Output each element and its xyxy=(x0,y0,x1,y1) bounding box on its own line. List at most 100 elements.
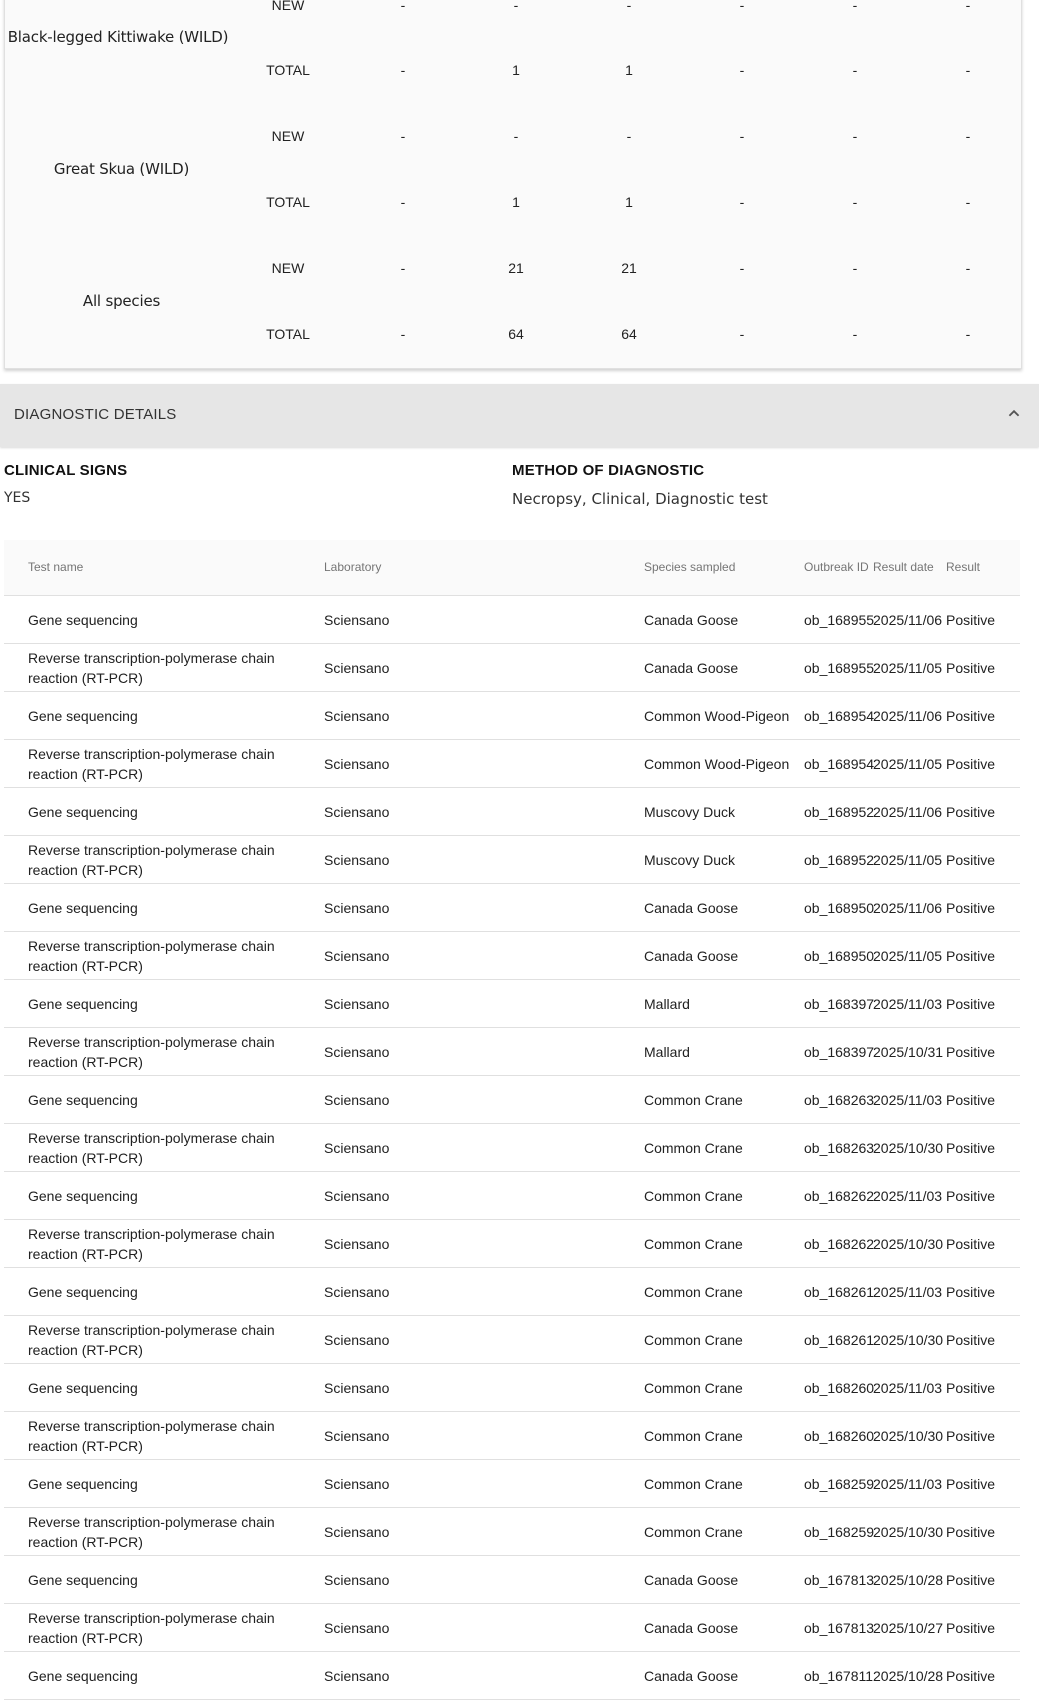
result-date-cell: 2025/11/05 xyxy=(873,947,943,964)
diagnostic-details-header[interactable]: DIAGNOSTIC DETAILS xyxy=(0,384,1039,447)
table-row: Gene sequencing Sciensano Common Crane ob_1… xyxy=(4,1460,1020,1508)
clinical-signs-label: CLINICAL SIGNS xyxy=(4,462,128,479)
outbreak-id-cell: ob_168262 xyxy=(804,1187,875,1204)
laboratory-cell: Sciensano xyxy=(324,1667,390,1684)
column-header-test-name[interactable]: Test name xyxy=(28,560,288,574)
table-row: Gene sequencing Sciensano Canada Goose ob_1… xyxy=(4,596,1020,644)
outbreak-id-cell: ob_168950 xyxy=(804,947,875,964)
summary-value: - xyxy=(852,194,858,210)
test-name-cell: Gene sequencing xyxy=(28,1475,138,1492)
laboratory-cell: Sciensano xyxy=(324,803,390,820)
outbreak-id-cell: ob_168954 xyxy=(804,755,875,772)
result-cell: Positive xyxy=(946,1235,996,1252)
metric-label: TOTAL xyxy=(266,62,310,78)
column-header-laboratory[interactable]: Laboratory xyxy=(324,560,381,574)
test-name-cell: Gene sequencing xyxy=(28,1187,138,1204)
result-cell: Positive xyxy=(946,755,996,772)
outbreak-id-cell: ob_168260 xyxy=(804,1379,875,1396)
test-name-cell: Reverse transcription-polymerase chain r… xyxy=(28,1609,275,1646)
laboratory-cell: Sciensano xyxy=(324,1091,390,1108)
table-row: Reverse transcription-polymerase chain r… xyxy=(4,932,1020,980)
result-cell: Positive xyxy=(946,1091,996,1108)
species-name: Black-legged Kittiwake (WILD) xyxy=(7,28,229,46)
laboratory-cell: Sciensano xyxy=(324,851,390,868)
test-name-cell: Reverse transcription-polymerase chain r… xyxy=(28,937,275,974)
laboratory-cell: Sciensano xyxy=(324,707,390,724)
laboratory-cell: Sciensano xyxy=(324,755,390,772)
result-cell: Positive xyxy=(946,707,996,724)
column-header-result-date[interactable]: Result date xyxy=(873,560,934,574)
outbreak-id-cell: ob_168952 xyxy=(804,803,875,820)
result-cell: Positive xyxy=(946,1283,996,1300)
result-cell: Positive xyxy=(946,1379,996,1396)
table-row: Reverse transcription-polymerase chain r… xyxy=(4,1604,1020,1652)
table-row: Gene sequencing Sciensano Common Wood-Pige… xyxy=(4,692,1020,740)
table-row: Reverse transcription-polymerase chain r… xyxy=(4,644,1020,692)
species-cell: Mallard xyxy=(644,995,690,1012)
summary-value: - xyxy=(400,62,406,78)
table-row: Reverse transcription-polymerase chain r… xyxy=(4,740,1020,788)
laboratory-cell: Sciensano xyxy=(324,1427,390,1444)
summary-value: - xyxy=(965,260,971,276)
table-body: Gene sequencing Sciensano Canada Goose ob_1… xyxy=(4,596,1020,1700)
species-cell: Canada Goose xyxy=(644,1571,739,1588)
species-cell: Common Wood-Pigeon xyxy=(644,707,790,724)
summary-value: - xyxy=(852,326,858,342)
species-cell: Common Crane xyxy=(644,1379,743,1396)
result-date-cell: 2025/11/05 xyxy=(873,755,943,772)
summary-value: - xyxy=(400,194,406,210)
test-name-cell: Reverse transcription-polymerase chain r… xyxy=(28,745,275,782)
table-row: Reverse transcription-polymerase chain r… xyxy=(4,1220,1020,1268)
table-row: Gene sequencing Sciensano Common Crane ob_1… xyxy=(4,1268,1020,1316)
laboratory-cell: Sciensano xyxy=(324,1331,390,1348)
column-header-outbreak-id[interactable]: Outbreak ID xyxy=(804,560,869,574)
result-date-cell: 2025/11/05 xyxy=(873,659,943,676)
metric-label: TOTAL xyxy=(266,194,310,210)
diagnostic-tests-table: Test name Laboratory Species sampled Out… xyxy=(4,540,1020,1700)
species-cell: Canada Goose xyxy=(644,1619,739,1636)
table-row: Gene sequencing Sciensano Canada Goose ob_1… xyxy=(4,1652,1020,1700)
column-header-species[interactable]: Species sampled xyxy=(644,560,735,574)
test-name-cell: Reverse transcription-polymerase chain r… xyxy=(28,1321,275,1358)
result-date-cell: 2025/10/28 xyxy=(873,1667,944,1684)
method-of-diagnostic-label: METHOD OF DIAGNOSTIC xyxy=(512,462,705,479)
summary-value: - xyxy=(626,0,632,13)
chevron-up-icon[interactable] xyxy=(1003,402,1025,424)
species-cell: Canada Goose xyxy=(644,947,739,964)
result-cell: Positive xyxy=(946,1043,996,1060)
table-row: Gene sequencing Sciensano Canada Goose ob_1… xyxy=(4,884,1020,932)
summary-value: - xyxy=(739,326,745,342)
laboratory-cell: Sciensano xyxy=(324,899,390,916)
species-cell: Canada Goose xyxy=(644,899,739,916)
species-cell: Common Crane xyxy=(644,1283,743,1300)
species-cell: Common Crane xyxy=(644,1427,743,1444)
summary-value: - xyxy=(852,128,858,144)
column-header-result[interactable]: Result xyxy=(946,560,980,574)
summary-row-total: TOTAL - 1 1 - - - xyxy=(5,194,1021,214)
test-name-cell: Gene sequencing xyxy=(28,611,138,628)
result-date-cell: 2025/10/30 xyxy=(873,1235,944,1252)
result-date-cell: 2025/10/30 xyxy=(873,1523,944,1540)
table-row: Reverse transcription-polymerase chain r… xyxy=(4,1412,1020,1460)
test-name-cell: Gene sequencing xyxy=(28,707,138,724)
summary-value: 1 xyxy=(512,194,520,210)
result-date-cell: 2025/10/30 xyxy=(873,1139,944,1156)
summary-row-total: TOTAL - 64 64 - - - xyxy=(5,326,1021,346)
result-cell: Positive xyxy=(946,995,996,1012)
table-row: Gene sequencing Sciensano Canada Goose ob_1… xyxy=(4,1556,1020,1604)
summary-value: 64 xyxy=(508,326,524,342)
result-cell: Positive xyxy=(946,1139,996,1156)
summary-value: - xyxy=(739,128,745,144)
method-of-diagnostic-value: Necropsy, Clinical, Diagnostic test xyxy=(512,490,768,508)
summary-value: - xyxy=(852,62,858,78)
outbreak-id-cell: ob_168952 xyxy=(804,851,875,868)
summary-value: - xyxy=(400,0,406,13)
result-cell: Positive xyxy=(946,1619,996,1636)
laboratory-cell: Sciensano xyxy=(324,995,390,1012)
result-cell: Positive xyxy=(946,1523,996,1540)
outbreak-id-cell: ob_168397 xyxy=(804,1043,875,1060)
species-cell: Common Crane xyxy=(644,1187,743,1204)
summary-value: - xyxy=(965,128,971,144)
table-header: Test name Laboratory Species sampled Out… xyxy=(4,540,1020,596)
test-name-cell: Reverse transcription-polymerase chain r… xyxy=(28,1033,275,1070)
